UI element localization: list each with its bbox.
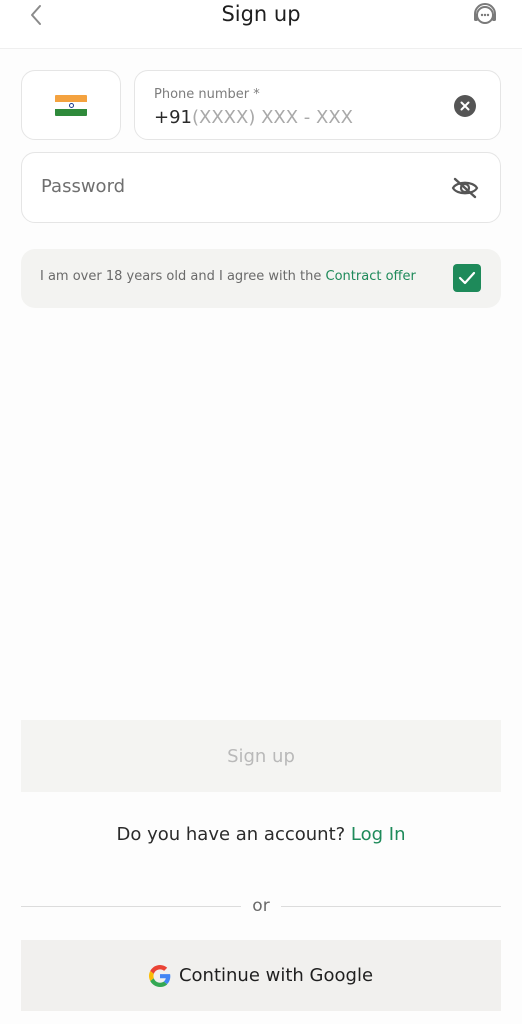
sign-up-button[interactable]: Sign up: [21, 720, 501, 792]
phone-prefix: +91: [154, 107, 192, 128]
agreement-row: I am over 18 years old and I agree with …: [21, 249, 501, 308]
support-button[interactable]: [470, 0, 500, 30]
or-divider: or: [21, 896, 501, 916]
google-g-icon: [148, 964, 171, 987]
phone-number-input[interactable]: +91(XXXX) XXX - XXX: [154, 107, 353, 128]
contract-offer-link[interactable]: Contract offer: [326, 269, 416, 284]
continue-with-google-label: Continue with Google: [178, 965, 374, 986]
divider-line-right: [281, 906, 501, 907]
phone-number-field[interactable]: Phone number * +91(XXXX) XXX - XXX: [134, 70, 501, 140]
clear-phone-button[interactable]: [454, 95, 476, 117]
page-title: Sign up: [221, 2, 301, 26]
continue-with-google-button[interactable]: Continue with Google: [21, 940, 501, 1011]
top-bar: Sign up: [0, 0, 522, 49]
password-placeholder: Password: [41, 176, 126, 197]
password-field[interactable]: Password: [21, 152, 501, 223]
headset-support-icon: [474, 3, 496, 24]
checkmark-icon: [458, 271, 476, 285]
agreement-label: I am over 18 years old and I agree with …: [40, 269, 326, 284]
phone-number-label: Phone number *: [154, 87, 260, 102]
eye-slash-icon: [451, 177, 479, 199]
agreement-text: I am over 18 years old and I agree with …: [40, 269, 416, 284]
phone-mask: (XXXX) XXX - XXX: [192, 107, 354, 128]
login-prompt-text: Do you have an account?: [116, 824, 351, 845]
clear-circle-x-icon: [460, 101, 470, 111]
toggle-password-visibility-button[interactable]: [450, 175, 480, 201]
login-prompt: Do you have an account? Log In: [0, 824, 522, 845]
log-in-link[interactable]: Log In: [351, 824, 406, 845]
india-flag-icon: [55, 94, 87, 116]
agreement-checkbox[interactable]: [453, 264, 481, 292]
country-selector[interactable]: [21, 70, 121, 140]
